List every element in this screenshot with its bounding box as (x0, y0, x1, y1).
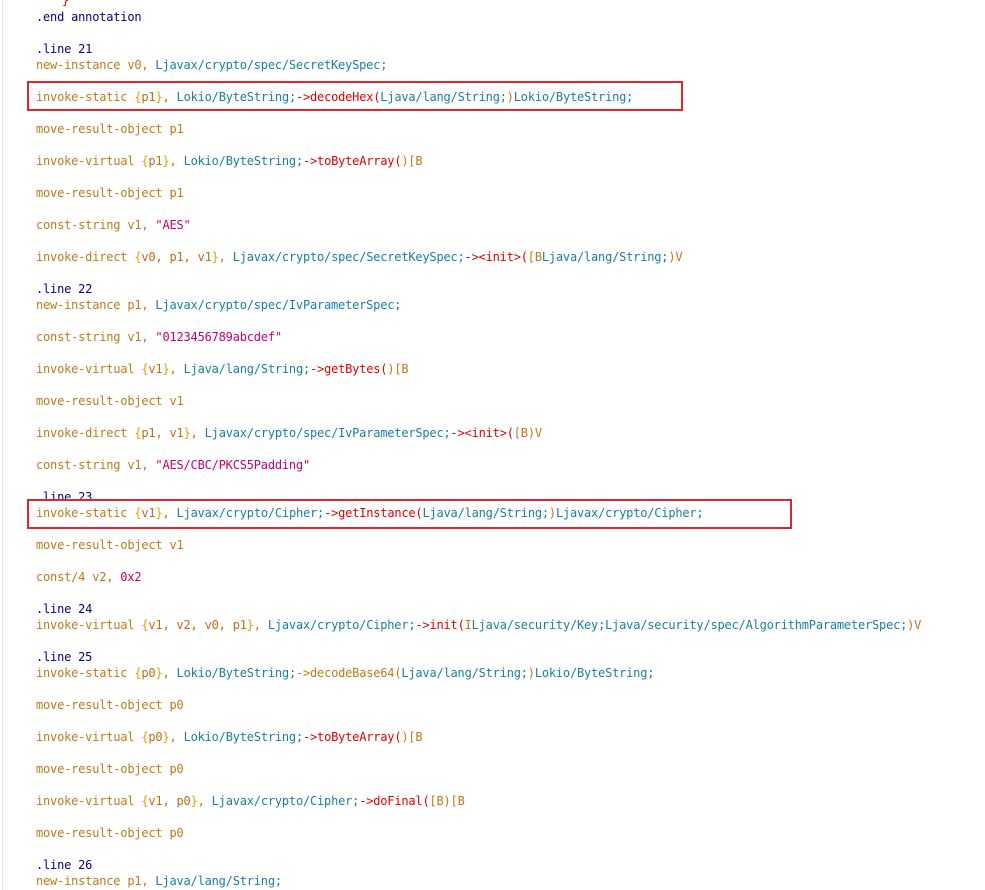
code-line-invoke-getbytes: invoke-virtual {v1}, Ljava/lang/String;-… (36, 362, 409, 376)
code-line-end-annotation: .end annotation (36, 10, 142, 24)
code-line-move-result: move-result-object p1 (36, 122, 184, 136)
code-line-move-result: move-result-object v1 (36, 538, 184, 552)
code-line-move-result: move-result-object p0 (36, 762, 184, 776)
code-line-invoke-direct-ivparameterspec-init: invoke-direct {p1, v1}, Ljavax/crypto/sp… (36, 426, 542, 440)
code-line-invoke-direct-secretkeyspec-init: invoke-direct {v0, p1, v1}, Ljavax/crypt… (36, 250, 683, 264)
code-line-const-string-iv: const-string v1, "0123456789abcdef" (36, 330, 282, 344)
code-line-move-result: move-result-object p0 (36, 698, 184, 712)
code-line-line24: .line 24 (36, 602, 93, 616)
code-line-line25: .line 25 (36, 650, 93, 664)
code-line-move-result: move-result-object v1 (36, 394, 184, 408)
smali-code-view[interactable]: } .end annotation .line 21 new-instance … (36, 0, 985, 890)
code-line-move-result: move-result-object p1 (36, 186, 184, 200)
code-line-line26: .line 26 (36, 858, 93, 872)
code-line-invoke-decodebase64: invoke-static {p0}, Lokio/ByteString;->d… (36, 666, 655, 680)
highlight-box-decodehex (27, 81, 683, 111)
highlight-box-getinstance (27, 499, 792, 529)
gutter-divider (2, 0, 3, 890)
code-line-const-string-transformation: const-string v1, "AES/CBC/PKCS5Padding" (36, 458, 310, 472)
code-line-invoke-dofinal: invoke-virtual {v1, p0}, Ljavax/crypto/C… (36, 794, 465, 808)
code-line-new-instance-secretkeyspec: new-instance v0, Ljavax/crypto/spec/Secr… (36, 58, 388, 72)
code-line-invoke-cipher-init: invoke-virtual {v1, v2, v0, p1}, Ljavax/… (36, 618, 922, 632)
code-line-move-result: move-result-object p0 (36, 826, 184, 840)
code-line-invoke-tobytearray: invoke-virtual {p0}, Lokio/ByteString;->… (36, 730, 423, 744)
code-line-new-instance-string: new-instance p1, Ljava/lang/String; (36, 874, 282, 888)
code-line-invoke-tobytearray: invoke-virtual {p1}, Lokio/ByteString;->… (36, 154, 423, 168)
code-line-line22: .line 22 (36, 282, 93, 296)
code-line-closing-brace: } (62, 0, 70, 7)
code-line-const-string-aes: const-string v1, "AES" (36, 218, 191, 232)
code-line-new-instance-ivparameterspec: new-instance p1, Ljavax/crypto/spec/IvPa… (36, 298, 402, 312)
code-line-const4: const/4 v2, 0x2 (36, 570, 142, 584)
code-line-line21: .line 21 (36, 42, 93, 56)
